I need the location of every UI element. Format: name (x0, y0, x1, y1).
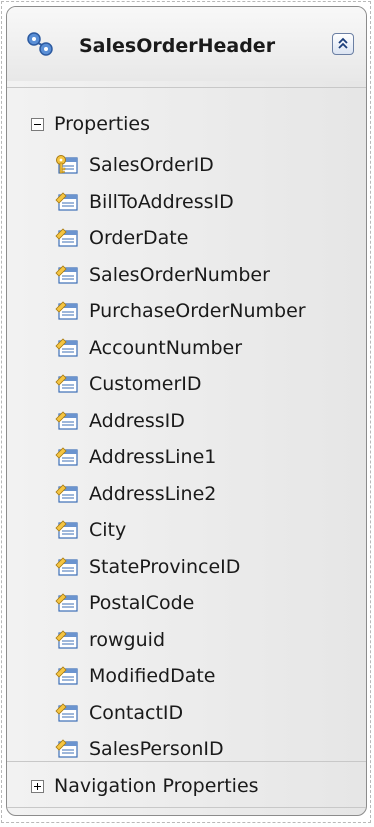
property-icon (55, 374, 78, 393)
property-row[interactable]: rowguid (55, 622, 306, 659)
minus-expander-icon[interactable] (31, 117, 44, 131)
property-icon (55, 228, 78, 247)
navigation-section-header[interactable]: Navigation Properties (31, 773, 259, 799)
property-icon (55, 739, 78, 758)
property-name: SalesOrderID (89, 154, 214, 177)
property-name: City (89, 519, 127, 542)
property-icon (55, 411, 78, 430)
property-row[interactable]: StateProvinceID (55, 549, 306, 586)
property-row[interactable]: SalesOrderID (55, 147, 306, 184)
bottom-divider (7, 807, 366, 808)
property-icon (55, 301, 78, 320)
collapse-chevrons-up-icon (338, 37, 348, 49)
property-icon (55, 484, 78, 503)
properties-section-label: Properties (54, 113, 151, 135)
property-name: StateProvinceID (89, 555, 241, 578)
property-list: SalesOrderID BillToAddressID OrderDate S… (55, 147, 306, 768)
property-icon (55, 265, 78, 284)
property-row[interactable]: SalesPersonID (55, 731, 306, 768)
property-icon (55, 630, 78, 649)
property-icon (55, 593, 78, 612)
entity-type-icon (27, 32, 53, 56)
property-icon (55, 557, 78, 576)
navigation-section-label: Navigation Properties (54, 775, 259, 797)
property-name: ContactID (89, 701, 184, 724)
property-row[interactable]: ModifiedDate (55, 658, 306, 695)
property-row[interactable]: BillToAddressID (55, 184, 306, 221)
property-name: SalesOrderNumber (89, 263, 270, 286)
property-name: BillToAddressID (89, 190, 234, 213)
property-name: AddressLine2 (89, 482, 217, 505)
navigation-divider (7, 761, 366, 762)
entity-title: SalesOrderHeader (79, 35, 276, 57)
property-name: AddressID (89, 409, 185, 432)
property-icon (55, 520, 78, 539)
header-divider (7, 87, 366, 88)
property-row[interactable]: AddressID (55, 403, 306, 440)
property-row[interactable]: CustomerID (55, 366, 306, 403)
property-name: AccountNumber (89, 336, 243, 359)
plus-expander-icon[interactable] (31, 779, 44, 793)
property-icon (55, 666, 78, 685)
property-row[interactable]: PostalCode (55, 585, 306, 622)
key-property-icon (56, 155, 78, 174)
property-name: PurchaseOrderNumber (89, 300, 306, 323)
collapse-button[interactable] (332, 33, 354, 55)
property-icon (55, 703, 78, 722)
entity-shape-salesorderheader[interactable]: SalesOrderHeader Properties SalesOrderID… (6, 6, 367, 816)
property-row[interactable]: City (55, 512, 306, 549)
property-name: PostalCode (89, 592, 195, 615)
property-row[interactable]: PurchaseOrderNumber (55, 293, 306, 330)
property-name: SalesPersonID (89, 738, 224, 761)
property-row[interactable]: SalesOrderNumber (55, 257, 306, 294)
property-name: rowguid (89, 628, 165, 651)
property-name: CustomerID (89, 373, 202, 396)
property-row[interactable]: AccountNumber (55, 330, 306, 367)
property-icon (55, 447, 78, 466)
property-row[interactable]: ContactID (55, 695, 306, 732)
entity-header[interactable]: SalesOrderHeader (7, 7, 366, 81)
property-row[interactable]: OrderDate (55, 220, 306, 257)
property-name: AddressLine1 (89, 446, 217, 469)
property-icon (55, 338, 78, 357)
properties-section-header[interactable]: Properties (31, 111, 150, 137)
property-name: OrderDate (89, 227, 189, 250)
property-row[interactable]: AddressLine2 (55, 476, 306, 513)
property-name: ModifiedDate (89, 665, 216, 688)
property-row[interactable]: AddressLine1 (55, 439, 306, 476)
property-icon (55, 192, 78, 211)
